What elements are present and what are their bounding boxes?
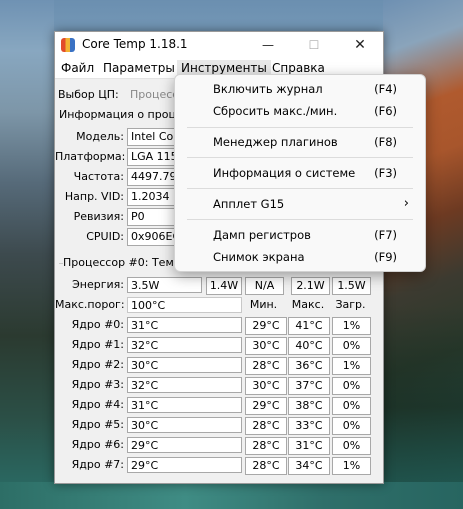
tjmax-label: Макс.порог: (55, 298, 125, 311)
maximize-button[interactable]: ☐ (291, 32, 337, 58)
tjmax-value: 100°C (127, 297, 242, 313)
power-package: 3.5W (127, 277, 202, 293)
core-label: Ядро #2: (71, 358, 124, 371)
menu-separator (187, 127, 413, 128)
power-gpu: 1.5W (332, 277, 371, 295)
menu-item-shortcut: (F3) (374, 166, 397, 180)
core-max: 41°C (288, 317, 330, 335)
core-min: 28°C (245, 457, 287, 475)
core-min: 30°C (245, 337, 287, 355)
core-temp: 32°C (127, 377, 242, 393)
core-min: 30°C (245, 377, 287, 395)
power-uncore: N/A (245, 277, 284, 295)
core-load: 0% (332, 397, 371, 415)
core-label: Ядро #1: (71, 338, 124, 351)
core-load: 1% (332, 317, 371, 335)
minimize-button[interactable]: — (245, 32, 291, 58)
window-title: Core Temp 1.18.1 (82, 37, 188, 51)
power-cores: 1.4W (206, 277, 242, 295)
menu-separator (187, 188, 413, 189)
core-max: 33°C (288, 417, 330, 435)
menu-item-shortcut: (F6) (374, 104, 397, 118)
menu-separator (187, 157, 413, 158)
core-load: 0% (332, 337, 371, 355)
core-max: 36°C (288, 357, 330, 375)
core-max: 38°C (288, 397, 330, 415)
menu-item-label: Информация о системе (213, 166, 356, 180)
menu-file[interactable]: Файл (57, 60, 98, 76)
core-load: 0% (332, 437, 371, 455)
menu-item-plugin-manager[interactable]: Менеджер плагинов (F8) (175, 131, 425, 153)
core-temp: 31°C (127, 397, 242, 413)
chevron-right-icon: › (403, 196, 409, 211)
revision-label: Ревизия: (73, 210, 124, 223)
core-temp: 30°C (127, 357, 242, 373)
menu-separator (187, 219, 413, 220)
info-group-title: Информация о процес (59, 106, 191, 124)
core-min: 29°C (245, 317, 287, 335)
tools-dropdown-menu: Включить журнал (F4) Сбросить макс./мин.… (174, 74, 426, 272)
desktop-wallpaper-bottom (0, 482, 463, 509)
core-label: Ядро #0: (71, 318, 124, 331)
core-min: 28°C (245, 437, 287, 455)
vid-label: Напр. VID: (64, 190, 124, 203)
core-temp: 32°C (127, 337, 242, 353)
core-max: 31°C (288, 437, 330, 455)
core-min: 28°C (245, 417, 287, 435)
core-label: Ядро #4: (71, 398, 124, 411)
menu-item-register-dump[interactable]: Дамп регистров (F7) (175, 224, 425, 246)
header-min: Мин. (249, 298, 278, 311)
power-dram: 2.1W (291, 277, 330, 295)
core-temp: 29°C (127, 437, 242, 453)
header-load: Загр. (335, 298, 366, 311)
core-temp: 29°C (127, 457, 242, 473)
core-label: Ядро #6: (71, 438, 124, 451)
core-min: 29°C (245, 397, 287, 415)
app-icon (61, 38, 75, 52)
core-max: 37°C (288, 377, 330, 395)
core-max: 34°C (288, 457, 330, 475)
core-max: 40°C (288, 337, 330, 355)
platform-label: Платформа: (55, 150, 126, 163)
core-load: 1% (332, 457, 371, 475)
menu-item-shortcut: (F9) (374, 250, 397, 264)
close-button[interactable]: ✕ (337, 32, 383, 58)
menu-item-enable-log[interactable]: Включить журнал (F4) (175, 78, 425, 100)
power-label: Энергия: (72, 278, 124, 291)
menu-item-shortcut: (F8) (374, 135, 397, 149)
menu-item-label: Сбросить макс./мин. (213, 104, 338, 118)
cpuid-label: CPUID: (86, 230, 124, 243)
core-temp: 30°C (127, 417, 242, 433)
header-max: Макс. (291, 298, 325, 311)
menu-item-system-info[interactable]: Информация о системе (F3) (175, 162, 425, 184)
desktop-wallpaper-left (0, 0, 54, 509)
menu-item-label: Включить журнал (213, 82, 323, 96)
menu-item-shortcut: (F7) (374, 228, 397, 242)
menu-item-label: Апплет G15 (213, 197, 285, 211)
menu-item-label: Менеджер плагинов (213, 135, 338, 149)
title-bar[interactable]: Core Temp 1.18.1 — ☐ ✕ (55, 32, 383, 58)
frequency-label: Частота: (73, 170, 124, 183)
menu-options[interactable]: Параметры (99, 60, 179, 76)
core-label: Ядро #5: (71, 418, 124, 431)
model-label: Модель: (76, 130, 124, 143)
core-load: 0% (332, 377, 371, 395)
menu-item-screenshot[interactable]: Снимок экрана (F9) (175, 246, 425, 268)
cpu-select-label: Выбор ЦП: (58, 88, 119, 101)
menu-item-label: Дамп регистров (213, 228, 311, 242)
core-label: Ядро #7: (71, 458, 124, 471)
menu-item-reset-minmax[interactable]: Сбросить макс./мин. (F6) (175, 100, 425, 122)
core-load: 1% (332, 357, 371, 375)
core-temp: 31°C (127, 317, 242, 333)
menu-item-g15-applet[interactable]: Апплет G15 › (175, 193, 425, 215)
core-min: 28°C (245, 357, 287, 375)
menu-item-shortcut: (F4) (374, 82, 397, 96)
core-label: Ядро #3: (71, 378, 124, 391)
menu-item-label: Снимок экрана (213, 250, 305, 264)
core-load: 0% (332, 417, 371, 435)
